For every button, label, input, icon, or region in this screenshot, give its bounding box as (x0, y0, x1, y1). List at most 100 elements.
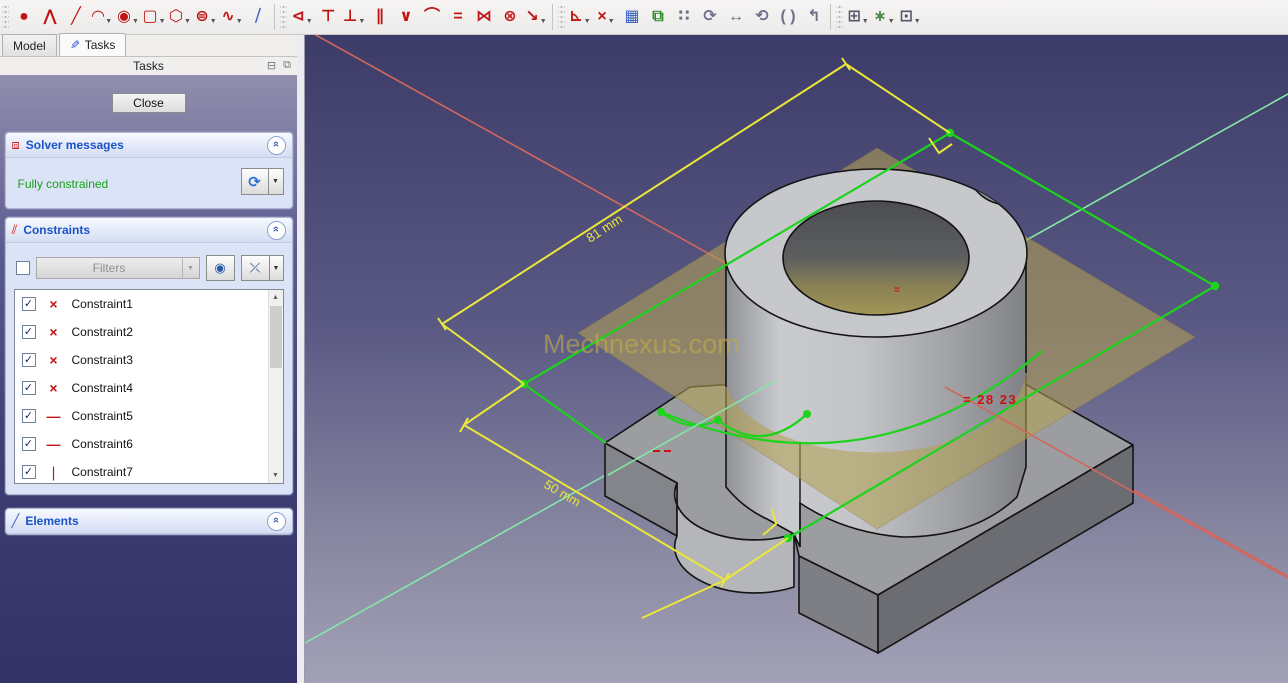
close-button[interactable]: Close (111, 93, 186, 113)
merge-sketches-button[interactable]: ⧉ (645, 3, 671, 31)
dropdown-arrow-icon[interactable]: ▼ (236, 18, 243, 25)
constraint-checkbox[interactable]: ✓ (21, 297, 36, 311)
symmetry-tool-button[interactable]: ( ) (775, 3, 801, 31)
constraint-tangent-button[interactable]: ⌒ (419, 3, 445, 31)
dropdown-arrow-icon[interactable]: ▼ (540, 18, 547, 25)
select-constraints-button[interactable]: ∷ (671, 3, 697, 31)
snap-toggle-button[interactable]: ∗ ▼ (871, 3, 897, 31)
refresh-dropdown[interactable]: ▼ (268, 168, 284, 195)
scroll-down-icon[interactable]: ▼ (269, 468, 283, 483)
dropdown-arrow-icon[interactable]: ▼ (132, 18, 139, 25)
constraint-row[interactable]: ✓ × Constraint4 (15, 374, 283, 402)
coincident-constraint-icon: × (49, 296, 58, 312)
constraint-row[interactable]: ✓ — Constraint6 (15, 430, 283, 458)
constraint-row[interactable]: ✓ × Constraint2 (15, 318, 283, 346)
dropdown-arrow-icon[interactable]: ▼ (862, 18, 869, 25)
show-hide-button[interactable]: ◉ (205, 255, 235, 281)
create-line-button[interactable]: ╱ (63, 3, 89, 31)
settings-dropdown[interactable]: ▼ (269, 255, 284, 281)
panel-splitter[interactable] (297, 35, 305, 683)
create-point-button[interactable]: ● (11, 3, 37, 31)
constraint-row[interactable]: ✓ × Constraint3 (15, 346, 283, 374)
constraint-checkbox[interactable]: ✓ (21, 465, 36, 479)
constraint-row[interactable]: ✓ — Constraint5 (15, 402, 283, 430)
constraint-horizontal-vertical-icon: ⊥ (342, 8, 358, 25)
create-slot-button[interactable]: ⊜ ▼ (193, 3, 219, 31)
constraint-row[interactable]: ✓ × Constraint1 (15, 290, 283, 318)
dropdown-arrow-icon[interactable]: ▼ (210, 18, 217, 25)
constraint-tangent-icon: ⌒ (423, 8, 440, 25)
constraint-parallel-button[interactable]: ∥ (367, 3, 393, 31)
equal-constraint-mark[interactable]: = (894, 285, 900, 296)
constraint-checkbox[interactable]: ✓ (21, 353, 36, 367)
toolbar-drag-handle[interactable] (280, 5, 287, 29)
dock-icon[interactable]: ⊟ (267, 59, 276, 72)
constraint-distance-button[interactable]: ↘ ▼ (523, 3, 549, 31)
constraint-perpendicular-button[interactable]: ∨ (393, 3, 419, 31)
list-scrollbar[interactable]: ▲ ▼ (267, 290, 283, 483)
create-rectangle-button[interactable]: ▢ ▼ (141, 3, 167, 31)
create-bspline-button[interactable]: ∿ ▼ (219, 3, 245, 31)
constraint-horizontal-vertical-button[interactable]: ⊥ ▼ (341, 3, 367, 31)
collapse-chevron-icon[interactable]: » (266, 135, 286, 155)
settings-button[interactable]: ⤫ (240, 255, 270, 281)
3d-viewport[interactable]: 81 mm 50 mm = 28 23 = Mechnexus.com (305, 35, 1288, 683)
offset-tool-button[interactable]: ↰ (801, 3, 827, 31)
toolbar-drag-handle[interactable] (2, 5, 9, 29)
grid-toggle-button[interactable]: ⊞ ▼ (845, 3, 871, 31)
constraint-symmetric-button[interactable]: ⋈ (471, 3, 497, 31)
constraint-coincident-button[interactable]: ⊲ ▼ (289, 3, 315, 31)
constraint-coincident-icon: ⊲ (291, 8, 305, 25)
toggle-construction-button[interactable]: ⧸ (245, 3, 271, 31)
dropdown-arrow-icon[interactable]: ▼ (358, 18, 365, 25)
constraints-list: ✓ × Constraint1 ✓ × Constraint2 ✓ × Constraint3 ✓… (13, 289, 284, 484)
remove-axes-alignment-button[interactable]: × ▼ (593, 3, 619, 31)
tab-tasks[interactable]: ✎ Tasks (58, 33, 127, 56)
constraint-checkbox[interactable]: ✓ (21, 381, 36, 395)
dropdown-arrow-icon[interactable]: ▼ (159, 18, 166, 25)
elements-header[interactable]: ╱ Elements » (5, 509, 292, 534)
toolbar-drag-handle[interactable] (558, 5, 565, 29)
constraint-row[interactable]: ✓ ❘ Constraint7 (15, 458, 283, 483)
constraint-checkbox[interactable]: ✓ (21, 325, 36, 339)
rotate-tool-icon: ⟳ (703, 8, 717, 25)
dropdown-arrow-icon[interactable]: ▼ (306, 18, 313, 25)
scrollbar-thumb[interactable] (269, 306, 282, 368)
create-circle-button[interactable]: ◉ ▼ (115, 3, 141, 31)
scale-tool-button[interactable]: ↔ (723, 3, 749, 31)
constraint-checkbox[interactable]: ✓ (21, 437, 36, 451)
create-polygon-button[interactable]: ⬡ ▼ (167, 3, 193, 31)
constraints-header[interactable]: ⫽ Constraints » (5, 218, 292, 243)
dropdown-arrow-icon[interactable]: ▼ (184, 18, 191, 25)
constraint-angle-button[interactable]: ⊾ ▼ (567, 3, 593, 31)
rotate-tool-button[interactable]: ⟳ (697, 3, 723, 31)
render-order-button[interactable]: ⊡ ▼ (897, 3, 923, 31)
constraint-checkbox[interactable]: ✓ (21, 409, 36, 423)
constraint-point-on-object-button[interactable]: ⊤ (315, 3, 341, 31)
collapse-chevron-icon[interactable]: » (266, 511, 286, 531)
float-icon[interactable]: ⧉ (283, 59, 291, 72)
dropdown-arrow-icon[interactable]: ▼ (105, 18, 112, 25)
create-polyline-button[interactable]: ⋀ (37, 3, 63, 31)
dropdown-arrow-icon[interactable]: ▼ (608, 18, 615, 25)
filters-combobox[interactable]: Filters ▼ (35, 257, 200, 279)
radius-constraint-marks[interactable]: = 28 23 (963, 392, 1017, 407)
constraint-parallel-icon: ∥ (376, 8, 384, 25)
dropdown-arrow-icon[interactable]: ▼ (914, 18, 921, 25)
tab-model[interactable]: Model (2, 34, 57, 56)
edit-sketch-button[interactable]: ▦ (619, 3, 645, 31)
create-arc-button[interactable]: ◠ ▼ (89, 3, 115, 31)
refresh-button[interactable]: ⟳ (240, 168, 269, 195)
tasks-panel: Close ⧈ Solver messages » Fully constrai… (0, 75, 297, 683)
filter-checkbox[interactable] (15, 261, 30, 275)
constraints-filter-row: Filters ▼ ◉ ⤫ ▼ (6, 243, 292, 287)
solver-messages-header[interactable]: ⧈ Solver messages » (5, 133, 292, 158)
dropdown-arrow-icon[interactable]: ▼ (888, 18, 895, 25)
move-tool-button[interactable]: ⟲ (749, 3, 775, 31)
toolbar-drag-handle[interactable] (836, 5, 843, 29)
constraint-block-button[interactable]: ⊗ (497, 3, 523, 31)
scroll-up-icon[interactable]: ▲ (269, 290, 283, 305)
constraint-equal-button[interactable]: = (445, 3, 471, 31)
collapse-chevron-icon[interactable]: » (266, 220, 286, 240)
dropdown-arrow-icon[interactable]: ▼ (584, 18, 591, 25)
